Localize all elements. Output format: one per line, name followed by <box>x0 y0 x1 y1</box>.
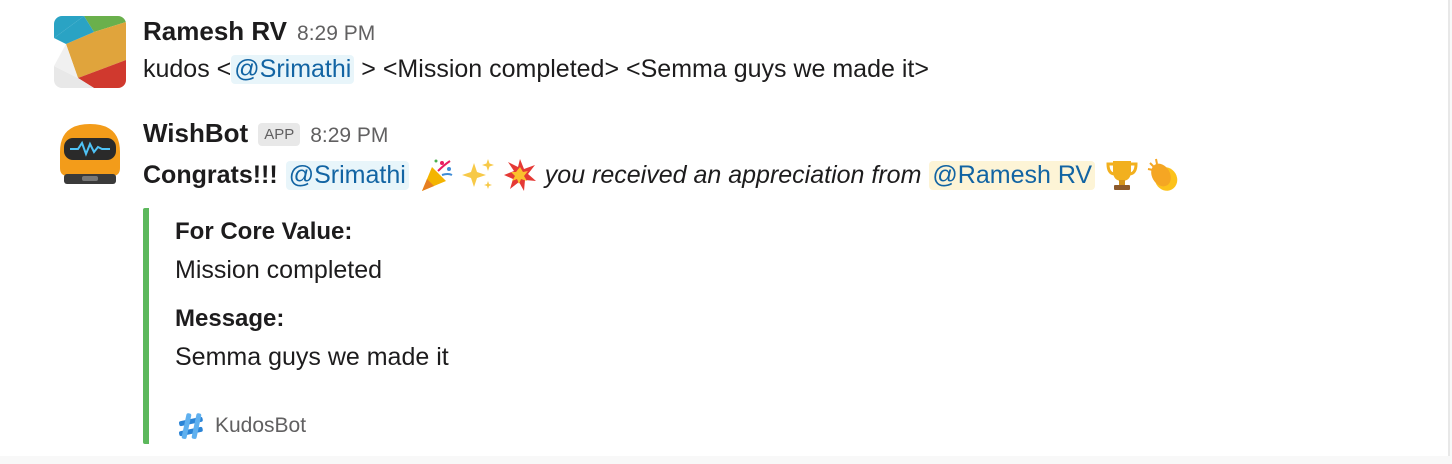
mention-user[interactable]: @Srimathi <box>285 160 409 190</box>
trophy-icon[interactable] <box>1104 157 1140 193</box>
timestamp[interactable]: 8:29 PM <box>310 124 388 148</box>
attachment-footer: KudosBot <box>175 410 306 442</box>
mention-from-user[interactable]: @Ramesh RV <box>929 160 1096 190</box>
message-text: kudos < @Srimathi > <Mission completed> … <box>143 55 929 84</box>
clapping-hands-icon[interactable] <box>1146 157 1182 193</box>
field-title-message: Message: <box>175 305 285 332</box>
collision-icon[interactable] <box>502 157 538 193</box>
message-content: Ramesh RV 8:29 PM kudos < @Srimathi > <M… <box>143 16 929 84</box>
sparkles-icon[interactable] <box>460 157 496 193</box>
timestamp[interactable]: 8:29 PM <box>297 22 375 46</box>
avatar[interactable] <box>54 16 126 88</box>
kudosbot-icon <box>179 413 203 439</box>
message-text: Congrats!!! @Srimathi you received an ap… <box>143 157 1185 193</box>
party-popper-icon[interactable] <box>418 157 454 193</box>
message-pane: Ramesh RV 8:29 PM kudos < @Srimathi > <M… <box>0 0 1450 456</box>
field-value-core-value: Mission completed <box>175 256 383 284</box>
field-value-message: Semma guys we made it <box>175 343 449 371</box>
robot-icon <box>54 118 126 190</box>
footer-label[interactable]: KudosBot <box>215 414 306 438</box>
text-suffix: > <Mission completed> <Semma guys we mad… <box>354 55 929 83</box>
text-prefix: kudos < <box>143 55 232 83</box>
author-name[interactable]: WishBot <box>143 118 248 149</box>
field-title-core-value: For Core Value: <box>175 218 353 245</box>
attachment-fields: For Core Value: Mission completed Messag… <box>175 208 449 372</box>
attachment-card: For Core Value: Mission completed Messag… <box>143 208 1049 444</box>
avatar-image <box>54 16 126 88</box>
author-name[interactable]: Ramesh RV <box>143 16 287 47</box>
bot-avatar[interactable] <box>54 118 126 190</box>
message-content: WishBot APP 8:29 PM Congrats!!! @Srimath… <box>143 118 1185 193</box>
mention-user[interactable]: @Srimathi <box>231 55 355 84</box>
app-badge: APP <box>258 123 301 146</box>
appreciation-text: you received an appreciation from <box>544 160 922 189</box>
greeting: Congrats!!! <box>143 160 278 189</box>
